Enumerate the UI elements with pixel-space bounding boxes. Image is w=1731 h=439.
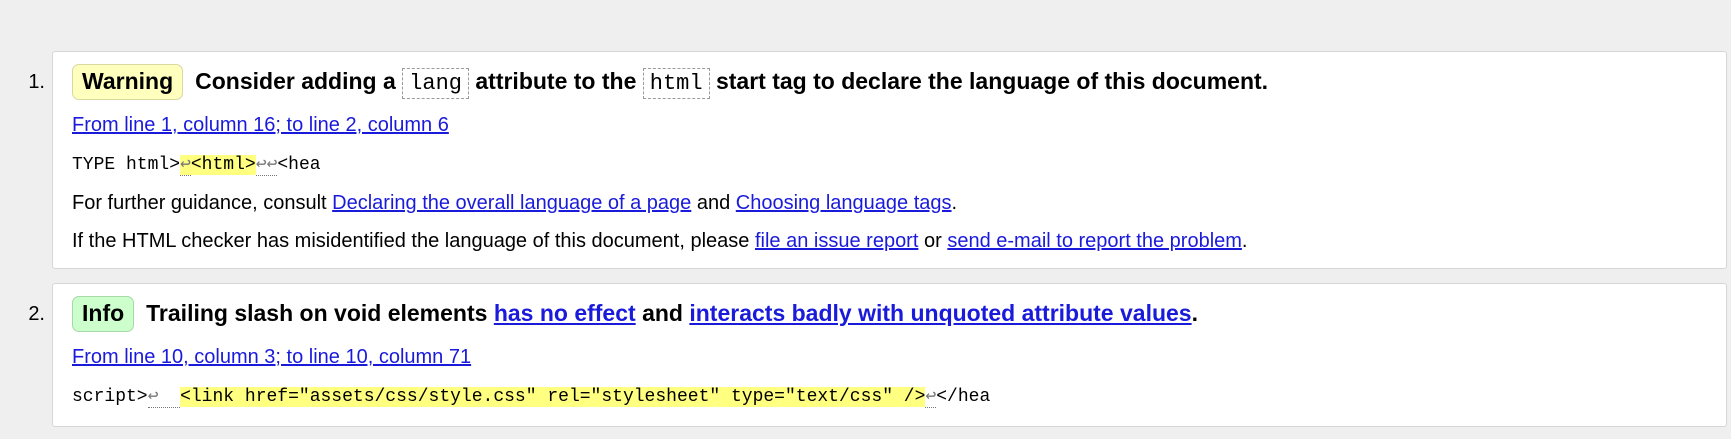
report-paragraph: If the HTML checker has misidentified th… xyxy=(72,230,1247,253)
title-text: . xyxy=(1191,300,1198,326)
guidance-text: . xyxy=(951,192,958,214)
extract-text: script> xyxy=(72,387,148,407)
return-icon: ↩ xyxy=(925,387,937,408)
code-lang: lang xyxy=(402,68,469,99)
return-icon: ↩ xyxy=(147,387,181,408)
title-text: Trailing slash on void elements xyxy=(146,300,488,326)
extract-text: TYPE html> xyxy=(72,155,181,175)
message-number: 2. xyxy=(28,303,45,325)
message-number: 1. xyxy=(28,71,45,93)
choosing-language-tags-link[interactable]: Choosing language tags xyxy=(736,192,952,214)
message-title: Warning Consider adding a lang attribute … xyxy=(72,64,1268,100)
file-issue-link[interactable]: file an issue report xyxy=(755,230,918,252)
extract-highlight: ↩<html> xyxy=(180,155,256,176)
location-link[interactable]: From line 1, column 16; to line 2, colum… xyxy=(72,114,449,137)
title-text: start tag to declare the language of thi… xyxy=(715,68,1269,94)
extract-text: </hea xyxy=(936,387,991,407)
guidance-text: For further guidance, consult xyxy=(72,192,327,214)
return-icon: ↩ xyxy=(180,155,191,176)
report-text: . xyxy=(1241,230,1248,252)
location-link[interactable]: From line 10, column 3; to line 10, colu… xyxy=(72,346,471,369)
send-email-link[interactable]: send e-mail to report the problem xyxy=(947,230,1242,252)
has-no-effect-link[interactable]: has no effect xyxy=(494,300,636,326)
unquoted-attributes-link[interactable]: interacts badly with unquoted attribute … xyxy=(689,300,1191,326)
message-warning: 1. Warning Consider adding a lang attribu… xyxy=(28,51,1727,269)
guidance-text: and xyxy=(696,192,731,214)
source-extract: TYPE html>↩<html>↩↩<hea xyxy=(72,153,321,176)
info-badge: Info xyxy=(72,296,135,332)
report-text: If the HTML checker has misidentified th… xyxy=(72,230,750,252)
return-icon: ↩↩ xyxy=(255,155,278,176)
title-text: attribute to the xyxy=(475,68,637,94)
extract-highlight-text: <html> xyxy=(190,155,256,175)
code-html: html xyxy=(642,68,710,99)
message-title: Info Trailing slash on void elements has … xyxy=(72,296,1198,332)
extract-highlight: <link href="assets/css/style.css" rel="s… xyxy=(180,387,926,407)
extract-text: <hea xyxy=(277,155,321,175)
title-text: and xyxy=(642,300,683,326)
title-text: Consider adding a xyxy=(195,68,396,94)
warning-badge: Warning xyxy=(72,64,184,100)
guidance-paragraph: For further guidance, consult Declaring … xyxy=(72,192,957,215)
declaring-language-link[interactable]: Declaring the overall language of a page xyxy=(332,192,691,214)
report-text: or xyxy=(923,230,942,252)
source-extract: script>↩ <link href="assets/css/style.cs… xyxy=(72,385,991,408)
message-info: 2. Info Trailing slash on void elements h… xyxy=(28,283,1727,427)
